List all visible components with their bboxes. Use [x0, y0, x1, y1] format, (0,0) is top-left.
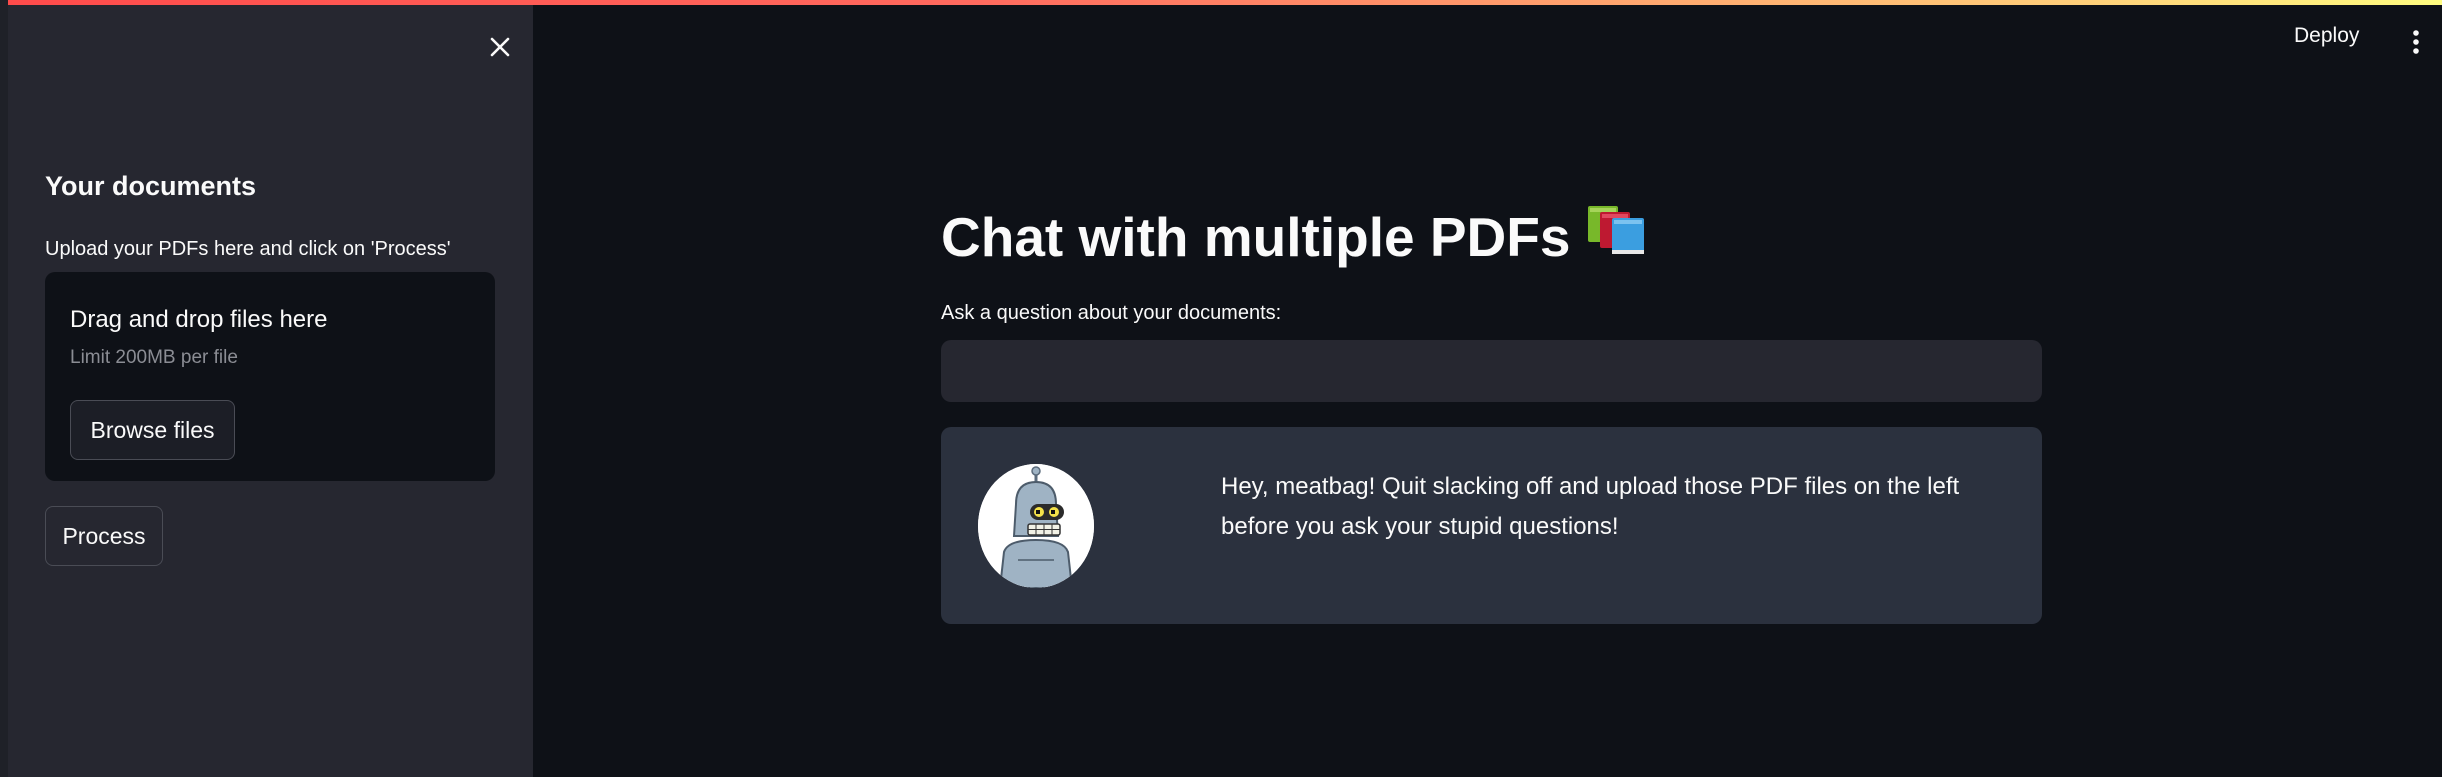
sidebar: Your documents Upload your PDFs here and… [8, 5, 533, 777]
dropzone-title: Drag and drop files here [70, 306, 328, 333]
close-icon [490, 37, 510, 57]
robot-avatar-icon [978, 464, 1094, 588]
vertical-dots-icon [2413, 30, 2419, 54]
bot-message-text: Hey, meatbag! Quit slacking off and uplo… [1221, 473, 1960, 540]
process-button[interactable]: Process [45, 506, 163, 566]
upload-label: Upload your PDFs here and click on 'Proc… [45, 238, 451, 260]
app-window: Your documents Upload your PDFs here and… [0, 0, 2442, 777]
page-title: Chat with multiple PDFs [941, 202, 1648, 271]
browse-files-button[interactable]: Browse files [70, 400, 235, 460]
sidebar-heading: Your documents [45, 171, 257, 201]
main-menu-button[interactable] [2406, 22, 2426, 62]
page-title-text: Chat with multiple PDFs [941, 205, 1571, 268]
bot-message-card: Hey, meatbag! Quit slacking off and uplo… [941, 427, 2042, 624]
question-label: Ask a question about your documents: [941, 302, 1282, 324]
file-dropzone[interactable]: Drag and drop files here Limit 200MB per… [45, 272, 495, 481]
deploy-button[interactable]: Deploy [2294, 24, 2359, 48]
books-icon [1586, 202, 1648, 271]
sidebar-close-button[interactable] [482, 29, 518, 65]
question-input[interactable] [941, 340, 2042, 402]
left-edge [0, 0, 8, 777]
dropzone-limit: Limit 200MB per file [70, 347, 238, 368]
